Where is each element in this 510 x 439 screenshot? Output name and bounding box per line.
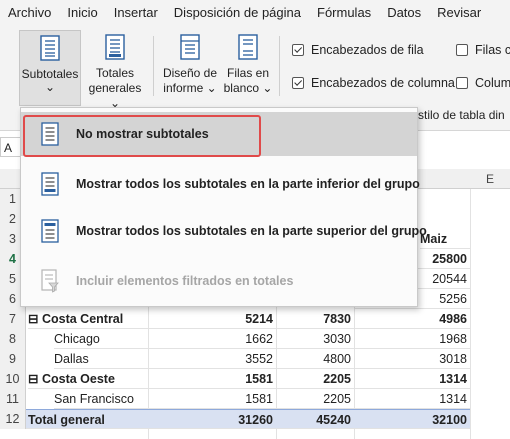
collapse-icon[interactable]: ⊟: [28, 372, 38, 386]
columnas-con-bandas-checkbox[interactable]: Colum: [456, 76, 510, 90]
row-header[interactable]: 10: [0, 369, 26, 389]
table-report-layout-icon: [180, 34, 200, 60]
collapse-icon[interactable]: ⊟: [28, 312, 38, 326]
grand-total-label[interactable]: Total general: [26, 409, 148, 429]
style-group-label: stilo de tabla din: [418, 108, 505, 122]
totales-generales-label-1: Totales: [95, 66, 135, 80]
grand-total-value[interactable]: 31260: [148, 409, 276, 429]
encabezados-fila-label: Encabezados de fila: [311, 43, 424, 57]
cell-value[interactable]: 3030: [276, 329, 354, 349]
filtered-totals-icon: [41, 269, 59, 293]
group-label-text: Costa Central: [41, 312, 124, 326]
checkbox-checked-icon: [292, 77, 304, 89]
columnas-con-bandas-label: Colum: [475, 76, 510, 90]
cell-value[interactable]: 2205: [276, 389, 354, 409]
cell-value[interactable]: 2205: [276, 369, 354, 389]
column-header-e[interactable]: E: [470, 169, 510, 189]
group-row-label[interactable]: ⊟ Costa Oeste: [28, 369, 148, 389]
row-header[interactable]: 12: [0, 409, 26, 429]
menu-archivo[interactable]: Archivo: [0, 5, 59, 20]
cell-value[interactable]: 3018: [354, 349, 470, 369]
diseno-informe-label-2: informe ⌄: [163, 81, 217, 95]
row-header[interactable]: 9: [0, 349, 26, 369]
cell-value[interactable]: 1581: [148, 389, 276, 409]
cell-value[interactable]: 4800: [276, 349, 354, 369]
item-row-label[interactable]: San Francisco: [54, 389, 148, 409]
subtotales-dropdown: No mostrar subtotales Mostrar todos los …: [20, 107, 427, 307]
menu-item-subtotales-superior[interactable]: Mostrar todos los subtotales en la parte…: [21, 209, 427, 253]
subtotals-bottom-icon: [41, 172, 59, 196]
subtotals-top-icon: [41, 219, 59, 243]
group-row-label[interactable]: ⊟ Costa Central: [28, 309, 148, 329]
cell-value[interactable]: 3552: [148, 349, 276, 369]
cell-value[interactable]: 1581: [148, 369, 276, 389]
row-header[interactable]: 11: [0, 389, 26, 409]
item-row-label[interactable]: Chicago: [54, 329, 148, 349]
diseno-informe-label-1: Diseño de: [162, 66, 218, 80]
filas-con-bandas-label: Filas co: [475, 43, 510, 57]
filas-blanco-button[interactable]: Filas en blanco ⌄: [222, 30, 274, 96]
row-header[interactable]: 7: [0, 309, 26, 329]
group-label-text: Costa Oeste: [41, 372, 115, 386]
cell-value[interactable]: 5214: [148, 309, 276, 329]
encabezados-columna-label: Encabezados de columna: [311, 76, 455, 90]
menu-item-no-subtotales[interactable]: No mostrar subtotales: [21, 112, 417, 157]
menu-item-label: Mostrar todos los subtotales en la parte…: [76, 224, 427, 238]
filas-blanco-label-2: blanco ⌄: [223, 81, 273, 95]
diseno-informe-button[interactable]: Diseño de informe ⌄: [160, 30, 220, 96]
encabezados-columna-checkbox[interactable]: Encabezados de columna: [292, 76, 455, 90]
menu-item-label: Incluir elementos filtrados en totales: [76, 274, 294, 288]
table-grand-totals-icon: [105, 34, 125, 60]
ribbon-separator: [279, 36, 280, 96]
subtotales-button[interactable]: Subtotales ⌄: [19, 30, 81, 106]
grand-total-value[interactable]: 45240: [276, 409, 354, 429]
menu-bar: Archivo Inicio Insertar Disposición de p…: [0, 0, 510, 24]
checkbox-unchecked-icon: [456, 44, 468, 56]
totales-generales-button[interactable]: Totales generales ⌄: [84, 30, 146, 111]
table-subtotal-icon: [40, 35, 60, 61]
table-blank-rows-icon: [238, 34, 258, 60]
row-header[interactable]: 8: [0, 329, 26, 349]
cell-value[interactable]: 1314: [354, 369, 470, 389]
cell-value[interactable]: 4986: [354, 309, 470, 329]
menu-item-label: Mostrar todos los subtotales en la parte…: [76, 177, 420, 191]
menu-revisar[interactable]: Revisar: [429, 5, 489, 20]
cell-value[interactable]: 1314: [354, 389, 470, 409]
grand-total-value[interactable]: 32100: [354, 409, 470, 429]
menu-item-label: No mostrar subtotales: [76, 127, 209, 141]
menu-formulas[interactable]: Fórmulas: [309, 5, 379, 20]
header-maiz[interactable]: Maiz: [420, 229, 470, 249]
ribbon-separator: [153, 36, 154, 96]
cell-value[interactable]: 1968: [354, 329, 470, 349]
checkbox-unchecked-icon: [456, 77, 468, 89]
menu-insertar[interactable]: Insertar: [106, 5, 166, 20]
menu-disposicion-pagina[interactable]: Disposición de página: [166, 5, 309, 20]
encabezados-fila-checkbox[interactable]: Encabezados de fila: [292, 43, 424, 57]
filas-blanco-label-1: Filas en: [226, 66, 270, 80]
checkbox-checked-icon: [292, 44, 304, 56]
item-row-label[interactable]: Dallas: [54, 349, 148, 369]
cell-value[interactable]: 1662: [148, 329, 276, 349]
chevron-down-icon: ⌄: [44, 80, 56, 94]
gridline: [470, 189, 471, 439]
menu-datos[interactable]: Datos: [379, 5, 429, 20]
no-subtotals-icon: [41, 122, 59, 146]
menu-inicio[interactable]: Inicio: [59, 5, 105, 20]
cell-value[interactable]: 7830: [276, 309, 354, 329]
filas-con-bandas-checkbox[interactable]: Filas co: [456, 43, 510, 57]
menu-item-subtotales-inferior[interactable]: Mostrar todos los subtotales en la parte…: [21, 162, 420, 206]
menu-item-incluir-filtrados: Incluir elementos filtrados en totales: [21, 259, 417, 303]
